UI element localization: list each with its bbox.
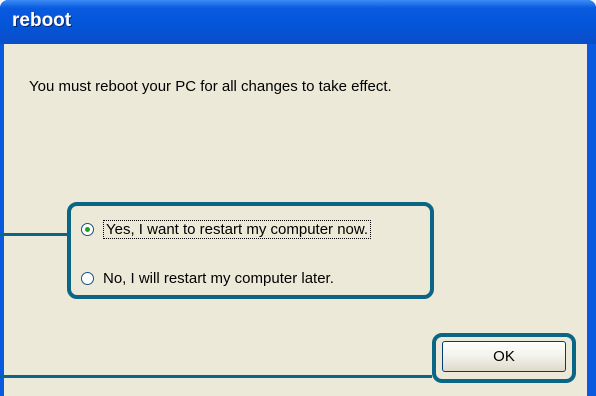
title-bar[interactable]: reboot	[0, 0, 596, 44]
restart-now-option[interactable]: Yes, I want to restart my computer now.	[81, 220, 372, 239]
ok-button[interactable]: OK	[442, 341, 566, 372]
restart-now-label: Yes, I want to restart my computer now.	[103, 220, 372, 239]
restart-now-radio[interactable]	[81, 223, 94, 236]
restart-later-radio[interactable]	[81, 272, 94, 285]
reboot-dialog-window: reboot You must reboot your PC for all c…	[0, 0, 596, 396]
radio-selected-dot-icon	[85, 227, 90, 232]
reboot-message: You must reboot your PC for all changes …	[29, 78, 392, 95]
dialog-body: You must reboot your PC for all changes …	[4, 44, 587, 396]
options-callout-line	[0, 233, 67, 236]
restart-later-label: No, I will restart my computer later.	[103, 270, 334, 287]
window-title: reboot	[12, 10, 72, 31]
restart-later-option[interactable]: No, I will restart my computer later.	[81, 270, 334, 287]
restart-options-callout: Yes, I want to restart my computer now. …	[67, 202, 434, 299]
ok-callout-line	[0, 375, 432, 378]
